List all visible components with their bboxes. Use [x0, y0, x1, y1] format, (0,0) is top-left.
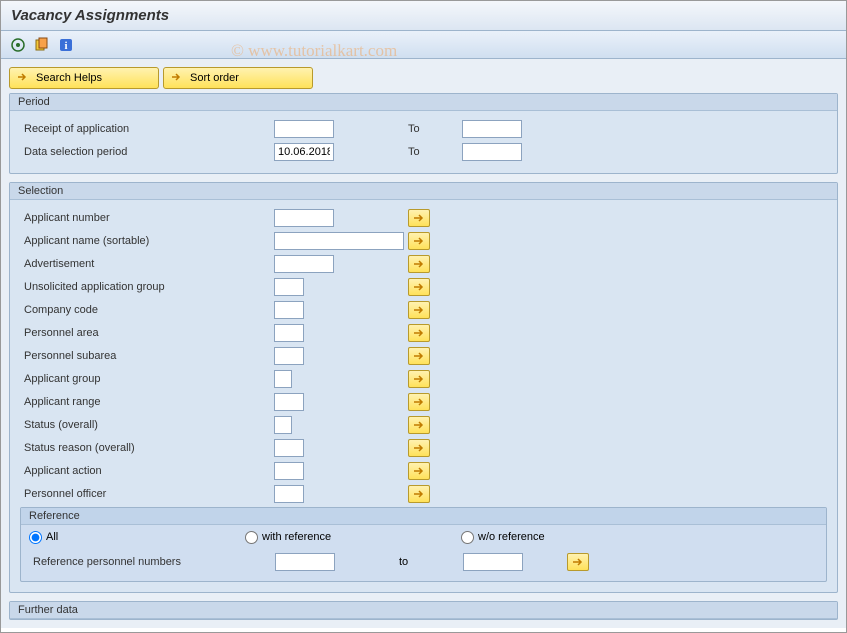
selection-multi-button[interactable]	[408, 347, 430, 365]
app-toolbar: i	[1, 31, 846, 59]
selection-label: Advertisement	[20, 258, 270, 270]
selection-input[interactable]	[274, 485, 304, 503]
selection-multi-button[interactable]	[408, 370, 430, 388]
selection-multi-button[interactable]	[408, 439, 430, 457]
refnum-to-label: to	[399, 556, 459, 568]
selection-row: Applicant action	[20, 459, 827, 482]
selection-label: Personnel subarea	[20, 350, 270, 362]
sort-order-label: Sort order	[190, 72, 239, 84]
arrow-right-icon	[16, 71, 30, 85]
selection-row: Advertisement	[20, 252, 827, 275]
selection-input[interactable]	[274, 232, 404, 250]
selection-label: Status reason (overall)	[20, 442, 270, 454]
selection-row: Company code	[20, 298, 827, 321]
selection-label: Applicant name (sortable)	[20, 235, 270, 247]
selection-multi-button[interactable]	[408, 393, 430, 411]
datasel-to-label: To	[408, 146, 458, 158]
selection-row: Status reason (overall)	[20, 436, 827, 459]
selection-multi-button[interactable]	[408, 324, 430, 342]
period-group-title: Period	[10, 94, 837, 111]
selection-row: Applicant name (sortable)	[20, 229, 827, 252]
selection-group-title: Selection	[10, 183, 837, 200]
search-helps-label: Search Helps	[36, 72, 102, 84]
selection-multi-button[interactable]	[408, 255, 430, 273]
selection-row: Applicant group	[20, 367, 827, 390]
period-group: Period Receipt of application To Data se…	[9, 93, 838, 174]
selection-multi-button[interactable]	[408, 278, 430, 296]
selection-input[interactable]	[274, 347, 304, 365]
receipt-from-input[interactable]	[274, 120, 334, 138]
refnum-label: Reference personnel numbers	[29, 556, 271, 568]
selection-input[interactable]	[274, 393, 304, 411]
selection-label: Company code	[20, 304, 270, 316]
reference-subgroup: Reference All with reference w/o refe	[20, 507, 827, 582]
selection-label: Status (overall)	[20, 419, 270, 431]
page-title: Vacancy Assignments	[1, 1, 846, 31]
ref-opt-all[interactable]: All	[29, 531, 239, 544]
datasel-to-input[interactable]	[462, 143, 522, 161]
selection-label: Unsolicited application group	[20, 281, 270, 293]
refnum-multi-button[interactable]	[567, 553, 589, 571]
svg-text:i: i	[64, 40, 67, 52]
selection-row: Personnel subarea	[20, 344, 827, 367]
selection-row: Status (overall)	[20, 413, 827, 436]
ref-opt-wo[interactable]: w/o reference	[461, 531, 671, 544]
ref-radio-wo[interactable]	[461, 531, 474, 544]
variant-icon[interactable]	[33, 36, 51, 54]
selection-input[interactable]	[274, 370, 292, 388]
selection-group: Selection Applicant number Applicant name…	[9, 182, 838, 593]
selection-label: Applicant number	[20, 212, 270, 224]
selection-input[interactable]	[274, 462, 304, 480]
arrow-right-icon	[170, 71, 184, 85]
selection-row: Unsolicited application group	[20, 275, 827, 298]
selection-label: Personnel officer	[20, 488, 270, 500]
receipt-to-label: To	[408, 123, 458, 135]
refnum-to-input[interactable]	[463, 553, 523, 571]
datasel-label: Data selection period	[20, 146, 270, 158]
ref-with-label: with reference	[262, 531, 331, 543]
selection-input[interactable]	[274, 439, 304, 457]
ref-radio-all[interactable]	[29, 531, 42, 544]
main-content: Search Helps Sort order Period Receipt o…	[1, 59, 846, 628]
selection-input[interactable]	[274, 301, 304, 319]
further-data-title: Further data	[10, 602, 837, 619]
selection-input[interactable]	[274, 324, 304, 342]
ref-radio-with[interactable]	[245, 531, 258, 544]
receipt-label: Receipt of application	[20, 123, 270, 135]
selection-label: Applicant group	[20, 373, 270, 385]
selection-multi-button[interactable]	[408, 462, 430, 480]
selection-multi-button[interactable]	[408, 209, 430, 227]
selection-multi-button[interactable]	[408, 232, 430, 250]
selection-input[interactable]	[274, 209, 334, 227]
selection-row: Applicant number	[20, 206, 827, 229]
further-data-group: Further data	[9, 601, 838, 620]
selection-label: Applicant range	[20, 396, 270, 408]
selection-multi-button[interactable]	[408, 485, 430, 503]
selection-input[interactable]	[274, 255, 334, 273]
selection-multi-button[interactable]	[408, 301, 430, 319]
info-icon[interactable]: i	[57, 36, 75, 54]
ref-wo-label: w/o reference	[478, 531, 545, 543]
selection-row: Personnel area	[20, 321, 827, 344]
ref-opt-with[interactable]: with reference	[245, 531, 455, 544]
selection-multi-button[interactable]	[408, 416, 430, 434]
refnum-from-input[interactable]	[275, 553, 335, 571]
selection-label: Applicant action	[20, 465, 270, 477]
search-helps-button[interactable]: Search Helps	[9, 67, 159, 89]
selection-row: Applicant range	[20, 390, 827, 413]
ref-all-label: All	[46, 531, 58, 543]
selection-input[interactable]	[274, 416, 292, 434]
execute-icon[interactable]	[9, 36, 27, 54]
sort-order-button[interactable]: Sort order	[163, 67, 313, 89]
reference-title: Reference	[21, 508, 826, 525]
selection-row: Personnel officer	[20, 482, 827, 505]
selection-label: Personnel area	[20, 327, 270, 339]
selection-input[interactable]	[274, 278, 304, 296]
receipt-to-input[interactable]	[462, 120, 522, 138]
datasel-from-input[interactable]	[274, 143, 334, 161]
